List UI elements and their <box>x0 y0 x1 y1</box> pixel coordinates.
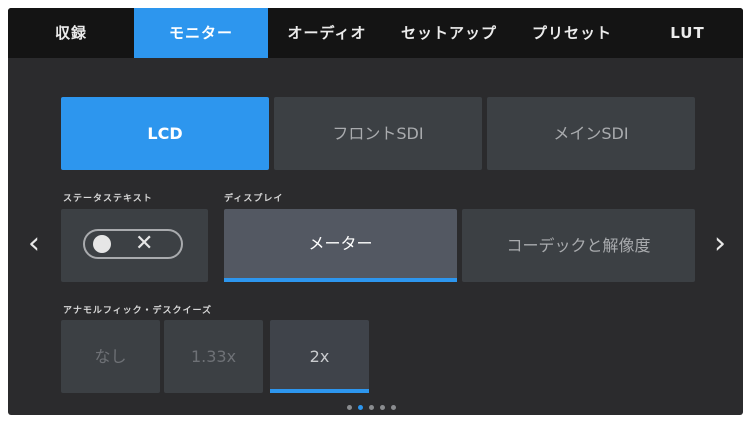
display-meters-label: メーター <box>308 234 373 253</box>
page-dot-current <box>358 405 363 410</box>
selected-indicator <box>224 278 457 282</box>
output-lcd-button[interactable]: LCD <box>61 97 269 170</box>
desqueeze-2x-label: 2x <box>309 347 330 366</box>
desqueeze-1-33x-button[interactable]: 1.33x <box>164 320 263 393</box>
monitor-settings-screen: 収録 モニター オーディオ セットアップ プリセット LUT LCD フロントS… <box>8 8 743 415</box>
tab-presets[interactable]: プリセット <box>512 8 632 58</box>
page-dot <box>347 405 352 410</box>
display-label: ディスプレイ <box>224 194 284 204</box>
status-text-label: ステータステキスト <box>63 194 153 204</box>
page-dot <box>380 405 385 410</box>
chevron-right-icon[interactable]: › <box>708 226 732 261</box>
close-icon: ✕ <box>135 231 154 256</box>
output-front-sdi-button[interactable]: フロントSDI <box>274 97 482 170</box>
output-main-sdi-button[interactable]: メインSDI <box>487 97 695 170</box>
status-text-toggle[interactable]: ✕ <box>83 229 183 259</box>
page-dot <box>391 405 396 410</box>
tab-monitor[interactable]: モニター <box>134 8 268 58</box>
desqueeze-2x-button[interactable]: 2x <box>270 320 369 393</box>
tab-lut[interactable]: LUT <box>632 8 743 58</box>
chevron-left-icon[interactable]: ‹ <box>22 226 46 261</box>
toggle-knob <box>93 235 111 253</box>
display-meters-button[interactable]: メーター <box>224 209 457 282</box>
page-indicator <box>347 405 417 413</box>
display-codec-resolution-button[interactable]: コーデックと解像度 <box>462 209 695 282</box>
anamorphic-desqueeze-label: アナモルフィック・デスクイーズ <box>63 306 213 316</box>
tab-record[interactable]: 収録 <box>8 8 134 58</box>
tab-bar: 収録 モニター オーディオ セットアップ プリセット LUT <box>8 8 743 58</box>
selected-indicator <box>270 389 369 393</box>
tab-audio[interactable]: オーディオ <box>268 8 386 58</box>
desqueeze-none-button[interactable]: なし <box>61 320 160 393</box>
page-dot <box>369 405 374 410</box>
status-text-panel: ✕ <box>61 209 208 282</box>
tab-setup[interactable]: セットアップ <box>386 8 512 58</box>
